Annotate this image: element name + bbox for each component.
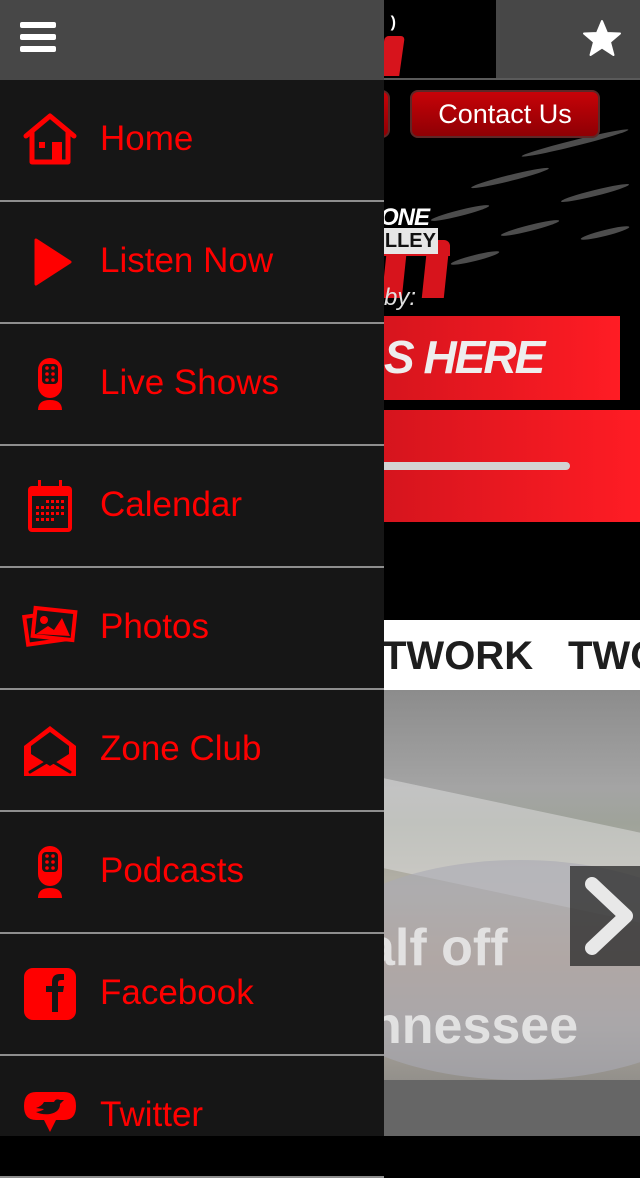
home-icon xyxy=(23,113,77,165)
menu-item-label: Listen Now xyxy=(100,241,274,280)
star-icon[interactable] xyxy=(582,18,622,58)
hamburger-icon[interactable] xyxy=(20,22,58,56)
menu-item-label: Photos xyxy=(100,607,209,646)
network-label: TWO xyxy=(568,634,640,678)
drawer-menu: Home Listen Now Live Shows Calendar Phot… xyxy=(0,80,384,1178)
microphone-icon xyxy=(38,846,62,898)
menu-item-label: Home xyxy=(100,119,194,158)
menu-item-live-shows[interactable]: Live Shows xyxy=(0,324,384,446)
menu-item-home[interactable]: Home xyxy=(0,80,384,202)
slider-next-button[interactable] xyxy=(570,866,640,966)
menu-item-facebook[interactable]: Facebook xyxy=(0,934,384,1056)
contact-us-button[interactable]: Contact Us xyxy=(410,90,600,138)
menu-item-label: Podcasts xyxy=(100,851,244,890)
logo-t-leg xyxy=(421,256,449,298)
signal-icon: ) xyxy=(390,14,396,31)
menu-item-podcasts[interactable]: Podcasts xyxy=(0,812,384,934)
drawer-header xyxy=(0,0,384,80)
facebook-icon xyxy=(24,968,76,1020)
photos-icon xyxy=(22,605,78,647)
menu-item-twitter[interactable]: Twitter xyxy=(0,1056,384,1178)
menu-item-label: Twitter xyxy=(100,1095,204,1134)
menu-item-label: Facebook xyxy=(100,973,254,1012)
menu-item-label: Calendar xyxy=(100,485,243,524)
network-label: TWORK xyxy=(382,634,534,678)
sponsor-by-label: by: xyxy=(384,284,417,311)
chevron-right-icon xyxy=(585,877,633,955)
calendar-icon xyxy=(28,480,72,532)
menu-item-calendar[interactable]: Calendar xyxy=(0,446,384,568)
menu-item-label: Live Shows xyxy=(100,363,279,402)
menu-item-zone-club[interactable]: Zone Club xyxy=(0,690,384,812)
menu-item-photos[interactable]: Photos xyxy=(0,568,384,690)
menu-item-label: Zone Club xyxy=(100,729,262,768)
side-drawer: Home Listen Now Live Shows Calendar Phot… xyxy=(0,0,384,1178)
slide-caption-line2: nnessee xyxy=(370,997,579,1055)
play-icon xyxy=(34,238,72,286)
microphone-icon xyxy=(38,358,62,410)
logo-valley-text: LLEY xyxy=(384,228,438,254)
slide-caption-line1: alf off xyxy=(366,919,508,977)
menu-item-listen-now[interactable]: Listen Now xyxy=(0,202,384,324)
open-envelope-icon xyxy=(24,726,76,776)
sponsor-banner-text: S HERE xyxy=(384,331,545,383)
